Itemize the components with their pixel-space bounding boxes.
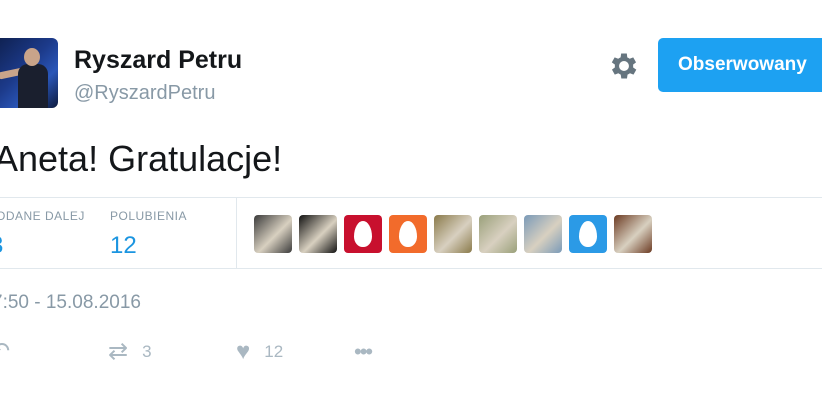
liker-avatar[interactable] [344, 215, 382, 253]
avatar-body [18, 64, 48, 108]
retweet-icon: ⇄ [108, 338, 129, 365]
heart-icon: ♥ [236, 338, 251, 365]
author-handle[interactable]: @RyszardPetru [74, 82, 215, 105]
liker-avatar[interactable] [569, 215, 607, 253]
liker-avatar[interactable] [254, 215, 292, 253]
stats-divider-bottom [0, 268, 822, 269]
liker-avatar[interactable] [299, 215, 337, 253]
author-avatar[interactable] [0, 38, 58, 108]
stats-divider-vertical [236, 197, 237, 269]
default-egg-icon [579, 221, 597, 247]
reply-button[interactable]: ↶ [0, 340, 10, 364]
default-egg-icon [399, 221, 417, 247]
reply-icon: ↶ [0, 338, 11, 365]
author-name[interactable]: Ryszard Petru [74, 46, 242, 75]
tweet-timestamp[interactable]: 7:50 - 15.08.2016 [0, 292, 141, 314]
retweets-value[interactable]: 3 [0, 232, 3, 260]
retweet-count: 3 [142, 342, 152, 361]
default-egg-icon [354, 221, 372, 247]
liker-avatar[interactable] [479, 215, 517, 253]
liker-avatar[interactable] [389, 215, 427, 253]
liker-avatars [254, 215, 652, 253]
retweets-label[interactable]: ODANE DALEJ [0, 209, 85, 223]
liker-avatar[interactable] [434, 215, 472, 253]
following-button[interactable]: Obserwowany [658, 38, 822, 92]
like-button[interactable]: ♥ 12 [236, 340, 283, 364]
likes-value[interactable]: 12 [110, 232, 137, 260]
liker-avatar[interactable] [614, 215, 652, 253]
likes-label[interactable]: POLUBIENIA [110, 209, 187, 223]
stats-divider-top [0, 197, 822, 198]
more-button[interactable]: ••• [354, 339, 373, 364]
liker-avatar[interactable] [524, 215, 562, 253]
gear-icon[interactable] [607, 49, 641, 83]
more-dots-icon: ••• [354, 339, 373, 364]
gear-icon-svg [611, 53, 637, 79]
retweet-button[interactable]: ⇄ 3 [108, 340, 152, 364]
avatar-head [24, 48, 40, 66]
tweet-text: Aneta! Gratulacje! [0, 138, 283, 179]
like-count: 12 [264, 342, 284, 361]
